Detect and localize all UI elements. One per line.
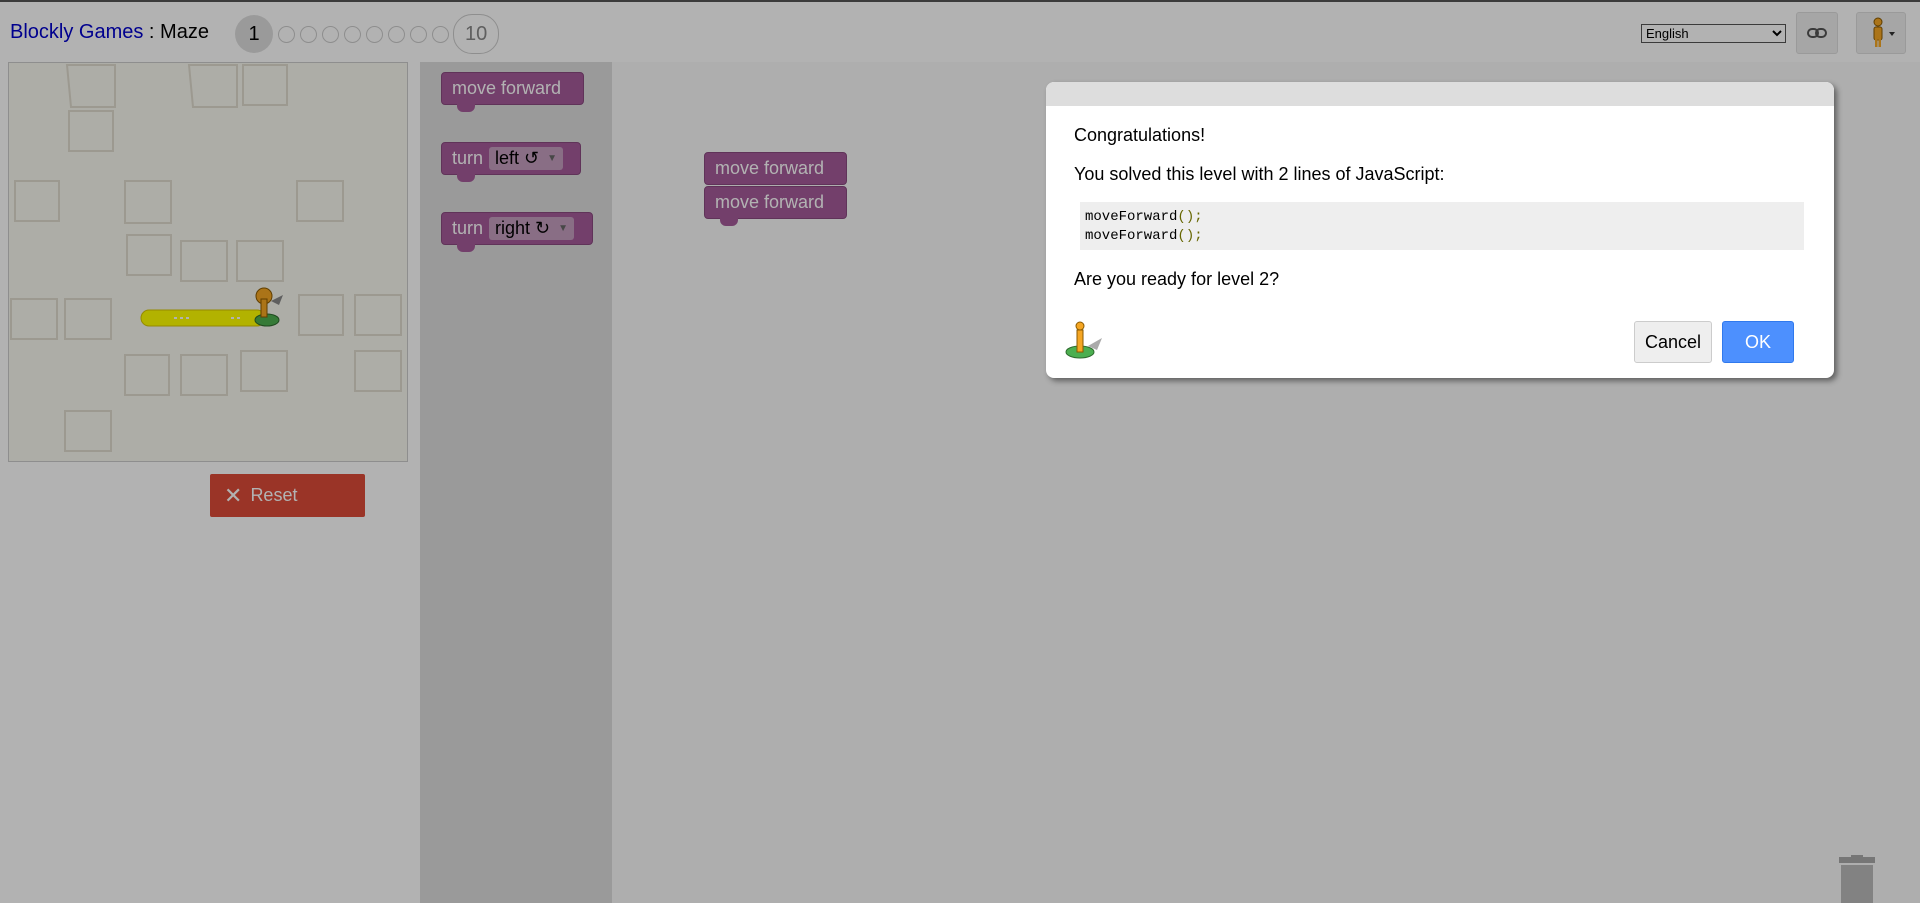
code-line: moveForward(); bbox=[1085, 228, 1203, 244]
dialog-titlebar[interactable] bbox=[1046, 82, 1834, 106]
cancel-button[interactable]: Cancel bbox=[1634, 321, 1712, 363]
dialog-solved-text: You solved this level with 2 lines of Ja… bbox=[1074, 164, 1445, 184]
dialog-ready-text: Are you ready for level 2? bbox=[1074, 269, 1280, 289]
pegman-icon bbox=[1065, 321, 1102, 359]
congratulations-dialog: Congratulations! You solved this level w… bbox=[1046, 82, 1834, 378]
dialog-congrats-text: Congratulations! bbox=[1074, 125, 1206, 145]
solution-code: moveForward(); moveForward(); bbox=[1080, 202, 1804, 250]
code-line: moveForward(); bbox=[1085, 209, 1203, 225]
ok-button[interactable]: OK bbox=[1722, 321, 1794, 363]
